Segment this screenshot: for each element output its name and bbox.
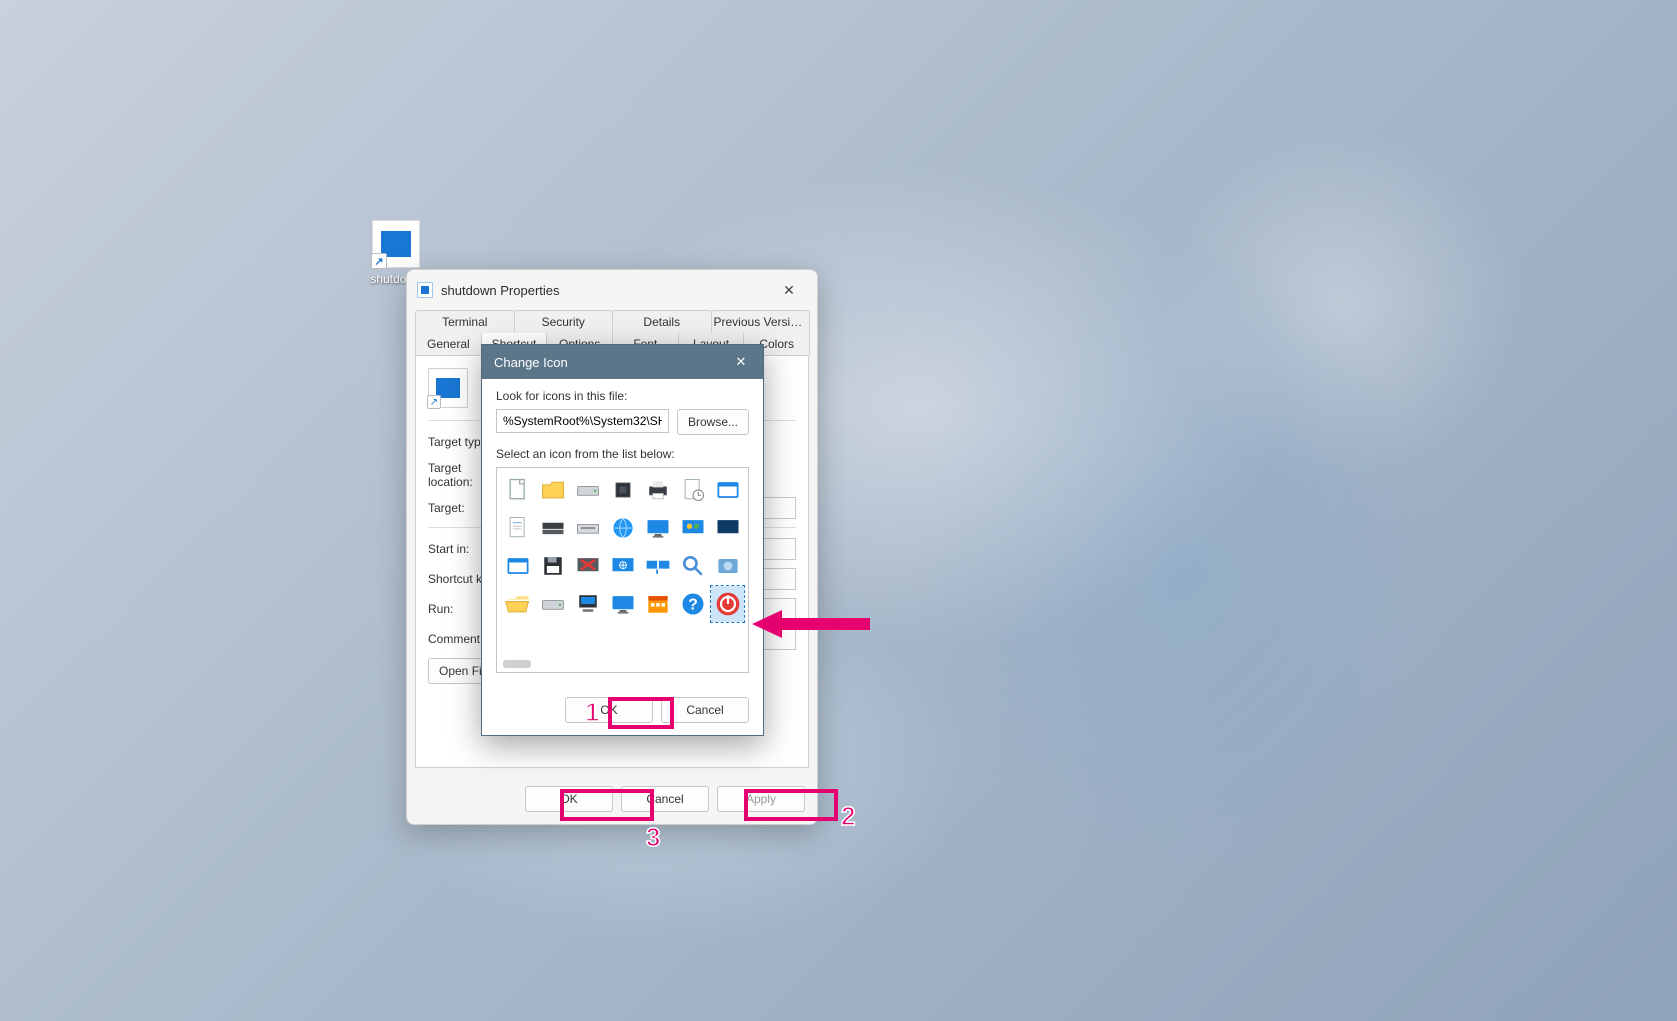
icon-list-scrollbar[interactable] — [503, 660, 531, 668]
select-icon-label: Select an icon from the list below: — [496, 447, 749, 461]
icon-monitor-x[interactable] — [571, 548, 604, 584]
change-icon-dialog: Change Icon ✕ Look for icons in this fil… — [481, 344, 764, 736]
icon-network-monitor[interactable] — [606, 548, 639, 584]
properties-title: shutdown Properties — [441, 283, 767, 298]
icon-night-monitor[interactable] — [711, 510, 744, 546]
icon-file-history[interactable] — [676, 472, 709, 508]
change-icon-close-button[interactable]: ✕ — [719, 345, 763, 379]
icon-folder-open[interactable] — [501, 586, 534, 622]
properties-apply-button[interactable]: Apply — [717, 786, 805, 812]
icon-display[interactable] — [606, 586, 639, 622]
icon-floppy[interactable] — [536, 548, 569, 584]
icon-help[interactable]: ? — [676, 586, 709, 622]
change-icon-cancel-button[interactable]: Cancel — [661, 697, 749, 723]
change-icon-title: Change Icon — [494, 355, 568, 370]
icon-drive-slim[interactable] — [536, 586, 569, 622]
icon-monitor[interactable] — [641, 510, 674, 546]
icon-document[interactable] — [501, 510, 534, 546]
icon-folder[interactable] — [536, 472, 569, 508]
shortcut-icon: ↗ — [372, 220, 420, 268]
icon-blank-file[interactable] — [501, 472, 534, 508]
icon-path-input[interactable] — [496, 409, 669, 433]
browse-button[interactable]: Browse... — [677, 409, 749, 435]
properties-ok-button[interactable]: OK — [525, 786, 613, 812]
properties-close-button[interactable]: ✕ — [767, 276, 811, 304]
tab-terminal[interactable]: Terminal — [415, 310, 515, 333]
icon-magnifier[interactable] — [676, 548, 709, 584]
tab-details[interactable]: Details — [612, 310, 712, 333]
desktop-wallpaper — [0, 0, 1677, 1021]
icon-window-app[interactable] — [501, 548, 534, 584]
icon-globe[interactable] — [606, 510, 639, 546]
icon-network-computers[interactable] — [641, 548, 674, 584]
icon-hard-disk[interactable] — [711, 548, 744, 584]
icon-computer[interactable] — [571, 586, 604, 622]
shortcut-arrow-overlay-icon: ↗ — [371, 253, 387, 269]
icon-drive-bay[interactable] — [536, 510, 569, 546]
tab-general[interactable]: General — [415, 333, 482, 355]
icon-optical-drive[interactable] — [571, 510, 604, 546]
svg-text:?: ? — [688, 596, 698, 613]
properties-footer: OK Cancel Apply — [407, 776, 817, 824]
icon-control-panel[interactable] — [676, 510, 709, 546]
change-icon-ok-button[interactable]: OK — [565, 697, 653, 723]
icon-printer[interactable] — [641, 472, 674, 508]
properties-cancel-button[interactable]: Cancel — [621, 786, 709, 812]
icon-calendar[interactable] — [641, 586, 674, 622]
tab-previous-versions[interactable]: Previous Versions — [711, 310, 811, 333]
icon-power[interactable] — [711, 586, 744, 622]
icon-chip[interactable] — [606, 472, 639, 508]
icon-drive[interactable] — [571, 472, 604, 508]
tab-security[interactable]: Security — [514, 310, 614, 333]
properties-title-icon — [417, 282, 433, 298]
icon-list[interactable]: ? — [496, 467, 749, 673]
shortcut-arrow-overlay-icon: ↗ — [427, 395, 441, 409]
icon-window[interactable] — [711, 472, 744, 508]
change-icon-titlebar[interactable]: Change Icon ✕ — [482, 345, 763, 379]
properties-titlebar[interactable]: shutdown Properties ✕ — [407, 270, 817, 310]
shortcut-large-icon: ↗ — [428, 368, 468, 408]
look-for-icons-label: Look for icons in this file: — [496, 389, 749, 403]
